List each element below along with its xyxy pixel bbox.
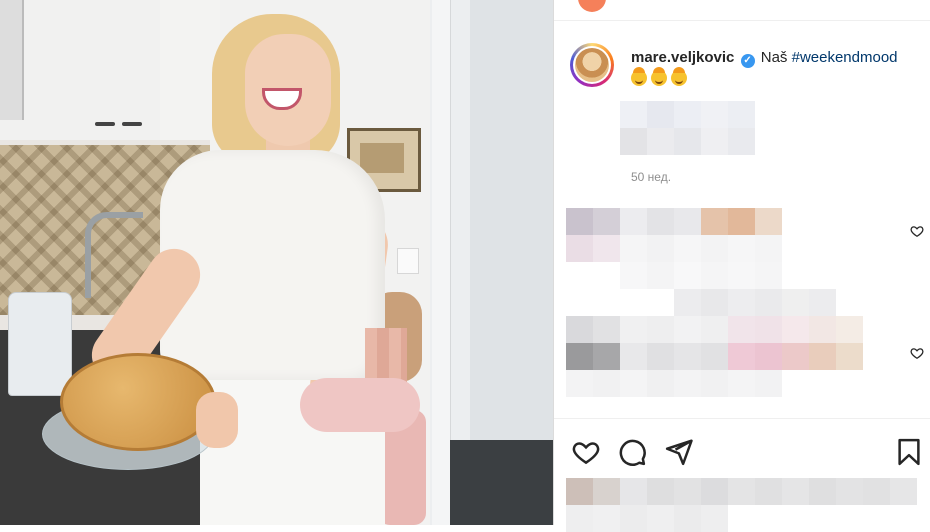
pixelated-likes (566, 478, 926, 532)
kitchen-cabinet-right (160, 0, 220, 140)
woman-hand (196, 392, 238, 448)
verified-badge-icon: ✓ (740, 54, 755, 68)
post-caption: mare.veljkovic ✓ Naš #weekendmood (631, 48, 921, 68)
comment-like-heart-icon[interactable] (910, 346, 924, 360)
cowboy-face-emoji (671, 66, 687, 86)
water-kettle (8, 292, 72, 396)
floor (450, 440, 553, 525)
username-link[interactable]: mare.veljkovic (631, 49, 734, 66)
like-heart-icon[interactable] (571, 437, 601, 467)
pixelated-comment (566, 208, 836, 318)
send-icon[interactable] (664, 437, 694, 467)
post-side-panel: mare.veljkovic ✓ Naš #weekendmood 50 нед… (553, 0, 930, 532)
bookmark-icon[interactable] (894, 437, 924, 467)
crumble-tart (60, 353, 216, 451)
avatar-image (575, 48, 609, 82)
caption-avatar[interactable] (570, 43, 614, 87)
light-switch (397, 248, 419, 274)
post-photo[interactable] (0, 0, 553, 525)
child-arm (300, 378, 420, 432)
pixelated-caption (620, 101, 755, 155)
comment-like-heart-icon[interactable] (910, 224, 924, 238)
cowboy-face-emoji (631, 66, 647, 86)
post-timestamp[interactable]: 50 нед. (631, 170, 671, 184)
comment-icon[interactable] (617, 437, 647, 467)
door-frame (432, 0, 451, 525)
header-divider (554, 20, 930, 21)
caption-text: Naš (760, 49, 788, 66)
doorway (470, 0, 553, 460)
actions-divider (554, 418, 930, 419)
hashtag-link[interactable]: #weekendmood (792, 49, 898, 66)
kitchen-cabinet (0, 0, 161, 140)
header-avatar[interactable] (578, 0, 606, 12)
pixelated-comment (566, 316, 866, 398)
microwave (0, 0, 24, 120)
cowboy-face-emoji (651, 66, 667, 86)
caption-emojis (631, 66, 691, 88)
